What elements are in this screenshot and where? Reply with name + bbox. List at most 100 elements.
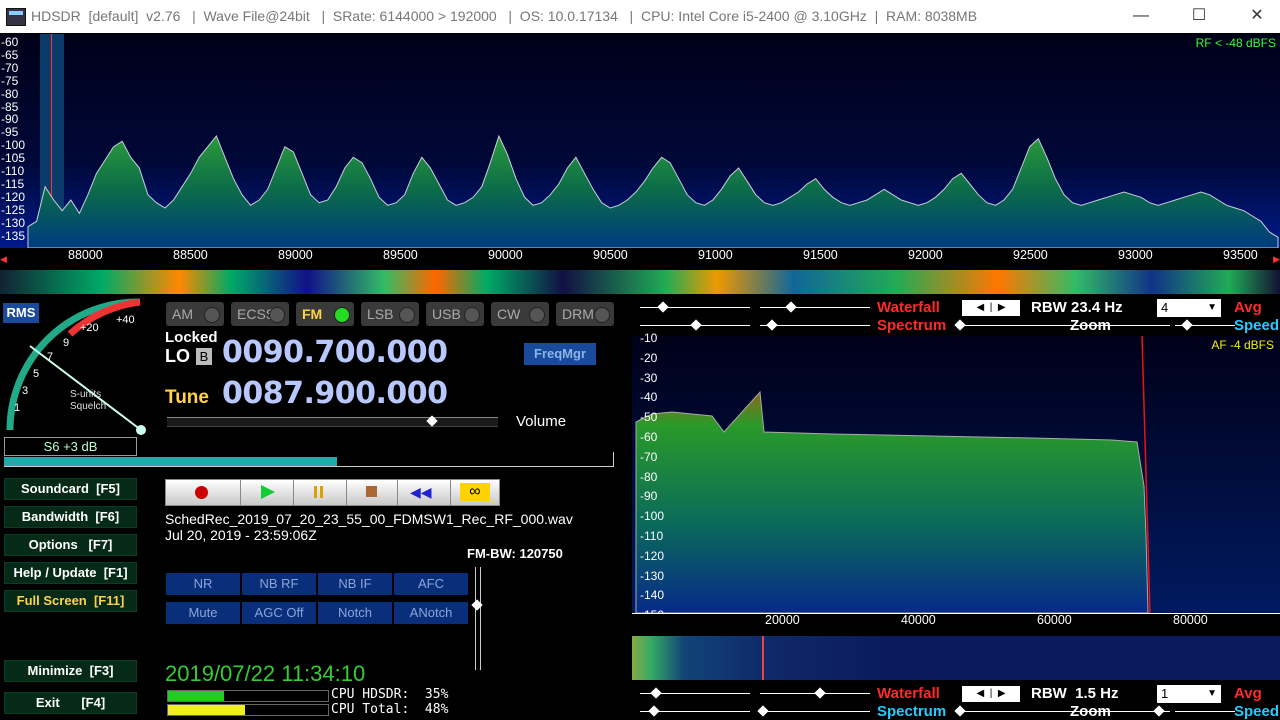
rf-db-tick: -95 (1, 125, 19, 140)
left-button-0[interactable]: Soundcard [F5] (4, 478, 137, 500)
left-button-4[interactable]: Full Screen [F11] (4, 590, 137, 612)
chevron-down-icon: ▼ (1207, 688, 1217, 699)
lo-label: LO (165, 346, 190, 366)
dsp-button-nr[interactable]: NR (166, 573, 240, 595)
mode-label: CW (497, 306, 521, 322)
af-zoom-slider[interactable] (960, 711, 1170, 712)
play-button[interactable] (240, 479, 294, 506)
af-db-tick: -30 (640, 370, 658, 385)
left-button-6[interactable]: Exit [F4] (4, 692, 137, 714)
af-speed-knob[interactable] (1153, 705, 1165, 717)
rf-freq-tick: 93500 (1223, 248, 1258, 262)
rf-freq-tick: 88000 (68, 248, 103, 262)
af-rbw-arrows[interactable]: ◀ | ▶ (962, 686, 1020, 702)
af-zoom-knob[interactable] (954, 705, 966, 717)
af-level: AF -4 dBFS (1211, 338, 1274, 352)
rf-rbw-arrows[interactable]: ◀ | ▶ (962, 300, 1020, 316)
af-sp-knob-1[interactable] (648, 705, 660, 717)
dsp-button-mute[interactable]: Mute (166, 602, 240, 624)
af-spectrum[interactable]: AF -4 dBFS (632, 336, 1280, 613)
mode-lsb-button[interactable]: LSB (361, 302, 419, 326)
mode-usb-button[interactable]: USB (426, 302, 484, 326)
dsp-button-afc[interactable]: AFC (394, 573, 468, 595)
freqmgr-button[interactable]: FreqMgr (524, 343, 596, 365)
left-button-2[interactable]: Options [F7] (4, 534, 137, 556)
af-avg-combo[interactable]: 1 ▼ (1157, 685, 1221, 703)
cpu-hdsdr-track (167, 690, 329, 702)
rf-wf-knob-2[interactable] (785, 301, 797, 313)
af-wf-marker (762, 636, 764, 680)
left-button-1[interactable]: Bandwidth [F6] (4, 506, 137, 528)
meter-scale-9: 9 (63, 337, 70, 349)
rf-freq-tick: 89500 (383, 248, 418, 262)
meter-caption-sunits: S-units (70, 389, 102, 400)
rf-db-tick: -70 (1, 60, 19, 75)
meter-scale-5: 5 (33, 368, 40, 380)
left-button-5[interactable]: Minimize [F3] (4, 660, 137, 682)
rf-freq-tick: 88500 (173, 248, 208, 262)
rf-sp-knob-1[interactable] (690, 319, 702, 331)
mode-drm-button[interactable]: DRM (556, 302, 614, 326)
af-db-tick: -100 (640, 509, 665, 524)
pause-button[interactable] (293, 479, 347, 506)
minimize-icon[interactable]: — (1112, 0, 1170, 33)
rec-filename: SchedRec_2019_07_20_23_55_00_FDMSW1_Rec_… (165, 511, 573, 527)
dsp-button-anotch[interactable]: ANotch (394, 602, 468, 624)
dsp-button-nb-rf[interactable]: NB RF (242, 573, 316, 595)
left-button-3[interactable]: Help / Update [F1] (4, 562, 137, 584)
af-waterfall[interactable] (632, 636, 1280, 680)
dsp-button-notch[interactable]: Notch (318, 602, 392, 624)
rewind-icon: ◀◀ (410, 484, 432, 500)
af-db-tick: -110 (640, 529, 664, 543)
squelch-slider[interactable] (475, 567, 481, 670)
lo-b-button[interactable]: B (196, 348, 212, 365)
dsp-button-agc-off[interactable]: AGC Off (242, 602, 316, 624)
rf-avg-combo[interactable]: 4 ▼ (1157, 299, 1221, 317)
af-db-tick: -90 (640, 489, 658, 504)
close-icon[interactable]: ✕ (1228, 0, 1280, 33)
mode-fm-button[interactable]: FM (296, 302, 354, 326)
maximize-icon[interactable]: ☐ (1170, 0, 1228, 33)
tune-frequency[interactable]: 0087.900.000 (222, 376, 448, 411)
af-sp-slider-2[interactable] (760, 711, 870, 712)
scroll-right-icon[interactable]: ▶ (1273, 254, 1280, 265)
rf-wf-slider-2[interactable] (760, 307, 870, 308)
signal-bar (4, 457, 337, 466)
af-wf-knob-2[interactable] (814, 687, 826, 699)
af-db-tick: -60 (640, 430, 658, 444)
rf-zoom-knob[interactable] (954, 319, 966, 331)
rf-db-tick: -100 (1, 138, 26, 153)
record-icon (195, 486, 208, 499)
volume-slider[interactable] (167, 417, 498, 427)
rf-rbw: RBW 23.4 Hz (1031, 299, 1123, 316)
record-button[interactable] (165, 479, 241, 506)
rf-db-tick: -110 (1, 164, 25, 178)
af-speed-slider[interactable] (1175, 711, 1235, 712)
af-wf-knob-1[interactable] (650, 687, 662, 699)
rf-spectrum[interactable]: RF < -48 dBFS -60 -65 -70 -75 -80 -85 -90 -95 -1… (0, 34, 1280, 248)
af-db-tick: -80 (640, 469, 658, 484)
dsp-button-nb-if[interactable]: NB IF (318, 573, 392, 595)
loop-button[interactable]: ∞ (450, 479, 500, 506)
rf-speed-knob[interactable] (1181, 319, 1193, 331)
mode-am-button[interactable]: AM (166, 302, 224, 326)
rf-zoom-slider[interactable] (960, 325, 1170, 326)
rf-db-tick: -120 (1, 189, 26, 204)
mode-cw-button[interactable]: CW (491, 302, 549, 326)
tune-label: Tune (165, 387, 209, 408)
mode-ecss-button[interactable]: ECSS (231, 302, 289, 326)
rf-wf-knob-1[interactable] (657, 301, 669, 313)
af-db-tick: -10 (640, 331, 658, 345)
rf-waterfall[interactable] (0, 270, 1280, 294)
rf-db-tick: -125 (1, 202, 26, 217)
af-trace-svg (635, 336, 1151, 613)
rewind-button[interactable]: ◀◀ (397, 479, 451, 506)
scroll-left-icon[interactable]: ◀ (0, 254, 7, 265)
lo-frequency[interactable]: 0090.700.000 (222, 335, 448, 370)
af-freq-tick: 80000 (1173, 613, 1208, 627)
af-sp-knob-2[interactable] (757, 705, 769, 717)
volume-label: Volume (516, 413, 567, 430)
rf-sp-knob-2[interactable] (766, 319, 778, 331)
rf-db-tick: -105 (1, 151, 26, 166)
stop-button[interactable] (346, 479, 398, 506)
